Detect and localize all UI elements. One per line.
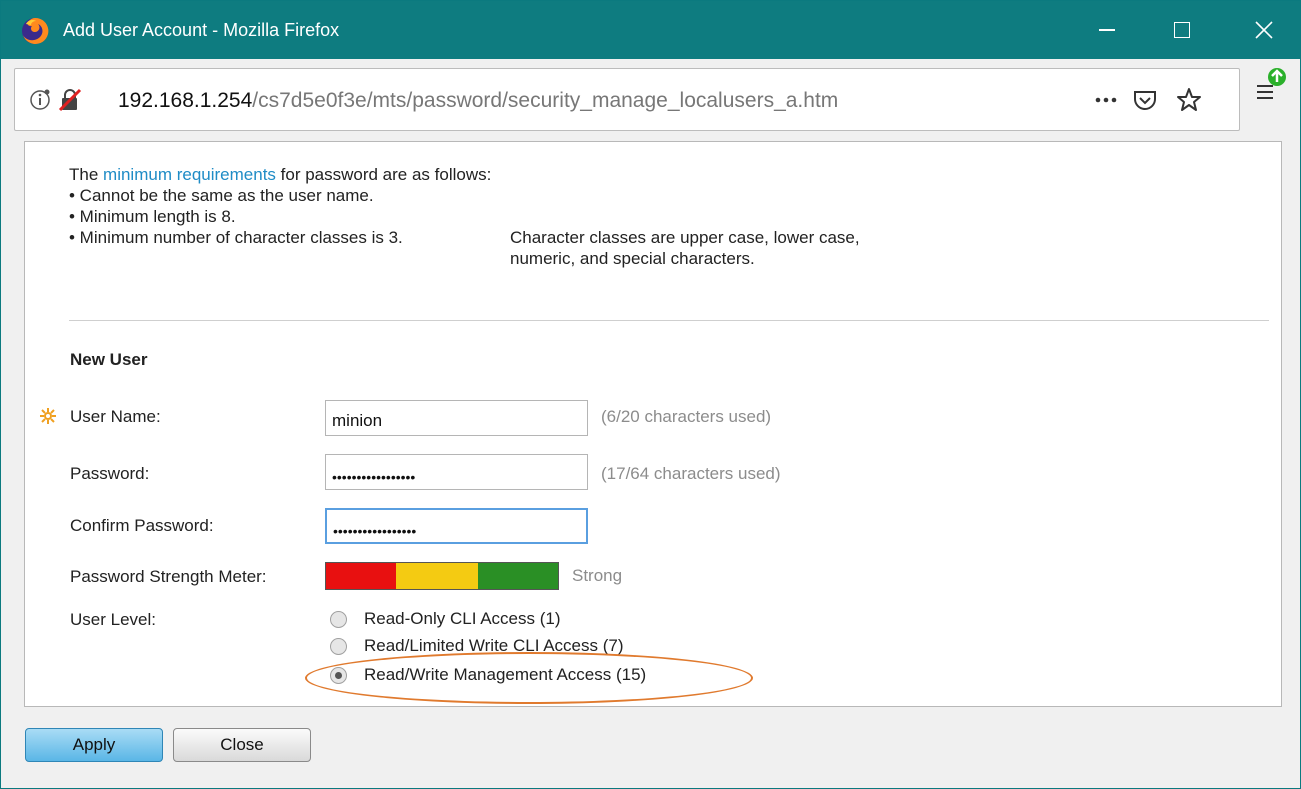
meter-segment-medium <box>396 563 478 589</box>
dialog-content: The minimum requirements for password ar… <box>24 141 1282 707</box>
note-line-1: Character classes are upper case, lower … <box>510 228 860 247</box>
url-bar[interactable]: 192.168.1.254/cs7d5e0f3e/mts/password/se… <box>14 68 1240 131</box>
section-title: New User <box>70 350 148 369</box>
requirement-rule-3: • Minimum number of character classes is… <box>69 228 403 247</box>
minimum-requirements-link[interactable]: minimum requirements <box>103 165 276 184</box>
username-label: User Name: <box>70 407 161 426</box>
strength-meter-label: Password Strength Meter: <box>70 567 267 586</box>
radio-read-only[interactable] <box>330 610 347 628</box>
title-bar: Add User Account - Mozilla Firefox <box>1 1 1300 59</box>
radio-label-read-only: Read-Only CLI Access (1) <box>364 609 561 628</box>
browser-window: Add User Account - Mozilla Firefox 192.1… <box>0 0 1301 789</box>
note-line-2: numeric, and special characters. <box>510 249 755 268</box>
intro-suffix: for password are as follows: <box>275 165 492 184</box>
window-title: Add User Account - Mozilla Firefox <box>63 20 340 40</box>
close-icon <box>1255 21 1273 39</box>
nav-bar: 192.168.1.254/cs7d5e0f3e/mts/password/se… <box>1 59 1300 141</box>
close-window-button[interactable] <box>1233 1 1295 59</box>
url-text[interactable]: 192.168.1.254/cs7d5e0f3e/mts/password/se… <box>118 89 838 113</box>
ellipsis-icon[interactable] <box>1093 93 1119 107</box>
firefox-logo-icon <box>22 17 49 44</box>
user-level-option-15[interactable]: Read/Write Management Access (15) <box>330 665 646 685</box>
user-level-label: User Level: <box>70 610 156 629</box>
pocket-icon[interactable] <box>1132 87 1158 113</box>
insecure-lock-icon[interactable] <box>58 88 82 112</box>
confirm-password-label: Confirm Password: <box>70 516 214 535</box>
character-classes-note: Character classes are upper case, lower … <box>510 227 860 269</box>
meter-segment-weak <box>326 563 396 589</box>
required-field-icon <box>40 408 56 424</box>
maximize-button[interactable] <box>1151 1 1213 59</box>
minimize-icon <box>1099 29 1115 31</box>
radio-limited-write[interactable] <box>330 637 347 655</box>
password-strength-meter <box>325 562 559 590</box>
password-char-count: (17/64 characters used) <box>601 464 781 483</box>
intro-prefix: The <box>69 165 104 184</box>
meter-segment-strong <box>478 563 558 589</box>
password-requirements: The minimum requirements for password ar… <box>69 164 491 248</box>
confirm-password-input[interactable] <box>325 508 588 544</box>
radio-read-write-management[interactable] <box>330 666 347 684</box>
radio-label-read-write-management: Read/Write Management Access (15) <box>364 665 647 684</box>
user-level-option-7[interactable]: Read/Limited Write CLI Access (7) <box>330 636 624 656</box>
url-path: /cs7d5e0f3e/mts/password/security_manage… <box>252 89 839 112</box>
url-host: 192.168.1.254 <box>118 89 253 112</box>
requirement-rule-2: • Minimum length is 8. <box>69 207 236 226</box>
password-label: Password: <box>70 464 150 483</box>
username-char-count: (6/20 characters used) <box>601 407 772 426</box>
info-icon[interactable] <box>29 89 51 111</box>
strength-text: Strong <box>572 566 623 585</box>
section-divider <box>69 320 1269 321</box>
minimize-button[interactable] <box>1076 1 1138 59</box>
requirement-rule-1: • Cannot be the same as the user name. <box>69 186 374 205</box>
maximize-icon <box>1174 22 1190 38</box>
password-input[interactable] <box>325 454 588 490</box>
hamburger-menu-icon[interactable] <box>1253 67 1293 111</box>
requirements-intro: The minimum requirements for password ar… <box>69 164 491 185</box>
username-input[interactable] <box>325 400 588 436</box>
user-level-option-1[interactable]: Read-Only CLI Access (1) <box>330 609 561 629</box>
star-icon[interactable] <box>1175 86 1203 114</box>
close-button[interactable]: Close <box>173 728 311 762</box>
apply-button[interactable]: Apply <box>25 728 163 762</box>
radio-label-limited-write: Read/Limited Write CLI Access (7) <box>364 636 624 655</box>
